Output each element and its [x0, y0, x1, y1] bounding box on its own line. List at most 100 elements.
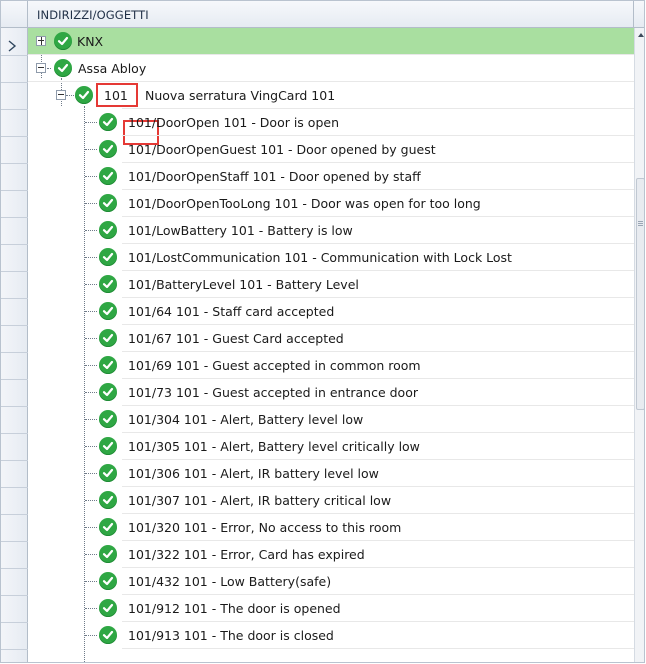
check-circle-icon — [99, 248, 117, 266]
tree-node-item[interactable]: 101/304 101 - Alert, Battery level low — [28, 406, 634, 433]
row-selector-cell — [1, 352, 28, 353]
scrollbar-thumb[interactable] — [636, 178, 644, 410]
check-circle-icon — [99, 140, 117, 158]
row-selector-cell — [1, 460, 28, 461]
row-selector-cell — [1, 136, 28, 137]
tree-node-label: 101/305 101 - Alert, Battery level criti… — [128, 439, 420, 454]
tree-node-label: 101/69 101 - Guest accepted in common ro… — [128, 358, 421, 373]
check-circle-icon — [99, 167, 117, 185]
row-selector-cell — [1, 217, 28, 218]
tree-node-item[interactable]: 101/322 101 - Error, Card has expired — [28, 541, 634, 568]
tree-node-item[interactable]: 101/73 101 - Guest accepted in entrance … — [28, 379, 634, 406]
tree-node-label: 101/DoorOpenTooLong 101 - Door was open … — [128, 196, 481, 211]
tree-node-item[interactable]: 101/DoorOpenTooLong 101 - Door was open … — [28, 190, 634, 217]
tree-node-label: 101/67 101 - Guest Card accepted — [128, 331, 344, 346]
tree-node-item[interactable]: 101/LostCommunication 101 - Communicatio… — [28, 244, 634, 271]
tree-node-item[interactable]: 101/305 101 - Alert, Battery level criti… — [28, 433, 634, 460]
tree-node-assa-abloy[interactable]: Assa Abloy — [28, 55, 634, 82]
check-circle-icon — [75, 86, 93, 104]
tree-connector — [85, 446, 97, 447]
tree-connector — [85, 122, 97, 123]
tree-node-knx[interactable]: KNX — [28, 28, 634, 55]
row-selector-cell — [1, 595, 28, 596]
tree-node-label: 101/322 101 - Error, Card has expired — [128, 547, 365, 562]
tree-node-label: 101/LostCommunication 101 - Communicatio… — [128, 250, 512, 265]
tree-node-item[interactable]: 101/913 101 - The door is closed — [28, 622, 634, 649]
tree-node-label: 101/64 101 - Staff card accepted — [128, 304, 335, 319]
check-circle-icon — [99, 329, 117, 347]
row-selector-cell — [1, 244, 28, 245]
tree-connector — [85, 149, 97, 150]
tree-node-label: 101/432 101 - Low Battery(safe) — [128, 574, 332, 589]
tree-connector — [85, 284, 97, 285]
tree-grid: INDIRIZZI/OGGETTI KNX Assa Abloy 101 Nuo… — [0, 0, 645, 663]
row-selector-cell — [1, 82, 28, 83]
tree-node-item[interactable]: 101/67 101 - Guest Card accepted — [28, 325, 634, 352]
tree-node-item[interactable]: 101/64 101 - Staff card accepted — [28, 298, 634, 325]
scroll-up-arrow-icon[interactable] — [636, 28, 645, 42]
tree-node-item[interactable]: 101/432 101 - Low Battery(safe) — [28, 568, 634, 595]
tree-node-lock-101[interactable]: 101 Nuova serratura VingCard 101 — [28, 82, 634, 109]
tree-connector — [85, 257, 97, 258]
tree-connector — [85, 203, 97, 204]
tree-node-item[interactable]: 101/DoorOpen 101 - Door is open — [28, 109, 634, 136]
check-circle-icon — [99, 383, 117, 401]
tree-connector — [85, 311, 97, 312]
lock-id-label: 101 — [104, 88, 128, 103]
check-circle-icon — [99, 410, 117, 428]
collapse-toggle-assa-abloy[interactable] — [36, 63, 46, 73]
lock-name-label: Nuova serratura VingCard 101 — [145, 88, 336, 103]
tree-connector — [85, 365, 97, 366]
row-selector-cell — [1, 649, 28, 650]
tree-view: KNX Assa Abloy 101 Nuova serratura VingC… — [28, 28, 634, 662]
tree-node-item[interactable]: 101/69 101 - Guest accepted in common ro… — [28, 352, 634, 379]
tree-node-label: 101/BatteryLevel 101 - Battery Level — [128, 277, 359, 292]
collapse-toggle-lock-101[interactable] — [56, 90, 66, 100]
column-header-indirizzi[interactable]: INDIRIZZI/OGGETTI — [37, 8, 149, 22]
row-selector-cell — [1, 406, 28, 407]
tree-node-item[interactable]: 101/DoorOpenGuest 101 - Door opened by g… — [28, 136, 634, 163]
check-circle-icon — [99, 221, 117, 239]
tree-node-item[interactable]: 101/BatteryLevel 101 - Battery Level — [28, 271, 634, 298]
tree-node-item[interactable]: 101/DoorOpenStaff 101 - Door opened by s… — [28, 163, 634, 190]
expand-toggle-knx[interactable] — [36, 36, 46, 46]
tree-connector — [66, 95, 74, 96]
tree-node-label: 101/DoorOpen 101 - Door is open — [128, 115, 339, 130]
vertical-scrollbar[interactable] — [634, 28, 645, 662]
check-circle-icon — [99, 437, 117, 455]
check-circle-icon — [99, 518, 117, 536]
row-selector-cell — [1, 298, 28, 299]
tree-node-label: 101/913 101 - The door is closed — [128, 628, 334, 643]
check-circle-icon — [99, 464, 117, 482]
check-circle-icon — [99, 626, 117, 644]
check-circle-icon — [99, 599, 117, 617]
tree-connector — [47, 68, 51, 69]
check-circle-icon — [99, 356, 117, 374]
tree-connector — [85, 581, 97, 582]
row-selector-cell — [1, 568, 28, 569]
tree-node-label: 101/LowBattery 101 - Battery is low — [128, 223, 353, 238]
tree-connector — [85, 554, 97, 555]
tree-connector — [85, 338, 97, 339]
row-selector-cell — [1, 109, 28, 110]
check-circle-icon — [99, 545, 117, 563]
row-selector-cell — [1, 541, 28, 542]
row-selector-cell — [1, 55, 28, 56]
column-divider[interactable] — [633, 1, 634, 27]
tree-connector — [85, 176, 97, 177]
row-selector-cell — [1, 190, 28, 191]
tree-node-item[interactable]: 101/320 101 - Error, No access to this r… — [28, 514, 634, 541]
tree-node-item[interactable]: 101/306 101 - Alert, IR battery level lo… — [28, 460, 634, 487]
tree-node-item[interactable]: 101/307 101 - Alert, IR battery critical… — [28, 487, 634, 514]
check-circle-icon — [99, 491, 117, 509]
tree-connector — [85, 500, 97, 501]
row-selector-cell — [1, 433, 28, 434]
row-selector-column — [1, 28, 28, 662]
tree-node-label: 101/304 101 - Alert, Battery level low — [128, 412, 364, 427]
tree-connector — [85, 608, 97, 609]
tree-node-item[interactable]: 101/LowBattery 101 - Battery is low — [28, 217, 634, 244]
row-pointer-icon — [8, 40, 17, 52]
tree-node-item[interactable]: 101/912 101 - The door is opened — [28, 595, 634, 622]
tree-connector — [85, 473, 97, 474]
check-circle-icon — [99, 302, 117, 320]
